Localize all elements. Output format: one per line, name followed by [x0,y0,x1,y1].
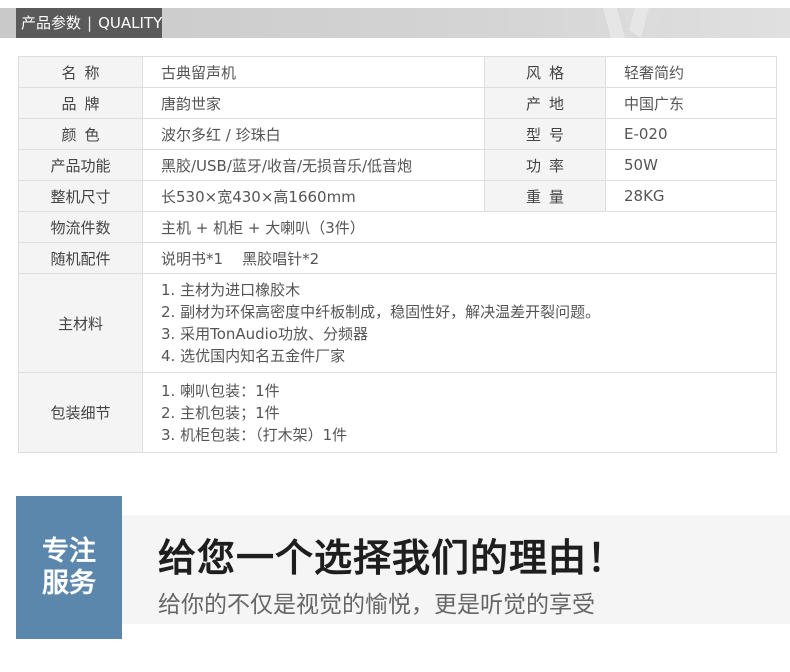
table-row: 包装细节 1. 喇叭包装：1件 2. 主机包装；1件 3. 机柜包装：（打木架）… [18,372,777,453]
table-row: 名称 古典留声机 风格 轻奢简约 [18,56,777,88]
table-row: 颜色 波尔多红 / 珍珠白 型号 E-020 [18,118,777,150]
spec-key-packaging: 包装细节 [18,372,143,453]
spec-key-materials: 主材料 [18,273,143,373]
section-title-separator: | [87,14,93,32]
spec-value-origin: 中国广东 [605,87,777,119]
table-row: 产品功能 黑胶/USB/蓝牙/收音/无损音乐/低音炮 功率 50W [18,149,777,181]
spec-key-style: 风格 [484,56,606,88]
spec-key-accessories: 随机配件 [18,242,143,274]
section-title-en: QUALITY [98,14,163,32]
table-row: 随机配件 说明书*1 黑胶唱针*2 [18,242,777,274]
w-watermark-icon [603,8,663,38]
spec-value-packaging: 1. 喇叭包装：1件 2. 主机包装；1件 3. 机柜包装：（打木架）1件 [142,372,777,453]
promo-badge: 专注服务 [16,496,122,639]
materials-line: 2. 副材为环保高密度中纤板制成，稳固性好，解决温差开裂问题。 [161,303,601,321]
promo-subtitle: 给你的不仅是视觉的愉悦，更是听觉的享受 [158,592,595,618]
materials-line: 3. 采用TonAudio功放、分频器 [161,325,369,343]
table-row: 物流件数 主机 + 机柜 + 大喇叭（3件） [18,211,777,243]
packaging-line: 2. 主机包装；1件 [161,403,280,422]
spec-key-brand: 品牌 [18,87,143,119]
spec-value-name: 古典留声机 [142,56,485,88]
spec-value-style: 轻奢简约 [605,56,777,88]
spec-key-size: 整机尺寸 [18,180,143,212]
spec-key-function: 产品功能 [18,149,143,181]
spec-value-power: 50W [605,149,777,181]
packaging-line: 1. 喇叭包装：1件 [161,381,280,400]
table-row: 品牌 唐韵世家 产地 中国广东 [18,87,777,119]
materials-line: 1. 主材为进口橡胶木 [161,281,301,299]
spec-value-model: E-020 [605,118,777,150]
spec-value-materials: 1. 主材为进口橡胶木 2. 副材为环保高密度中纤板制成，稳固性好，解决温差开裂… [142,273,777,373]
spec-value-size: 长530×宽430×高1660mm [142,180,485,212]
spec-key-origin: 产地 [484,87,606,119]
spec-value-weight: 28KG [605,180,777,212]
packaging-line: 3. 机柜包装：（打木架）1件 [161,425,348,444]
promo-title: 给您一个选择我们的理由！ [158,536,627,580]
section-title-cn: 产品参数 [21,14,82,32]
spec-value-brand: 唐韵世家 [142,87,485,119]
spec-key-power: 功率 [484,149,606,181]
table-row: 主材料 1. 主材为进口橡胶木 2. 副材为环保高密度中纤板制成，稳固性好，解决… [18,273,777,373]
spec-table: 名称 古典留声机 风格 轻奢简约 品牌 唐韵世家 产地 中国广东 颜色 波尔多红… [18,56,777,453]
spec-key-weight: 重量 [484,180,606,212]
spec-value-function: 黑胶/USB/蓝牙/收音/无损音乐/低音炮 [142,149,485,181]
spec-value-logistics: 主机 + 机柜 + 大喇叭（3件） [142,211,777,243]
spec-key-logistics: 物流件数 [18,211,143,243]
promo-badge-text: 专注服务 [42,535,96,599]
spec-key-color: 颜色 [18,118,143,150]
spec-value-accessories: 说明书*1 黑胶唱针*2 [142,242,777,274]
table-row: 整机尺寸 长530×宽430×高1660mm 重量 28KG [18,180,777,212]
section-title: 产品参数 | QUALITY [16,8,162,38]
spec-value-color: 波尔多红 / 珍珠白 [142,118,485,150]
materials-line: 4. 选优国内知名五金件厂家 [161,347,346,365]
spec-key-model: 型号 [484,118,606,150]
spec-key-name: 名称 [18,56,143,88]
